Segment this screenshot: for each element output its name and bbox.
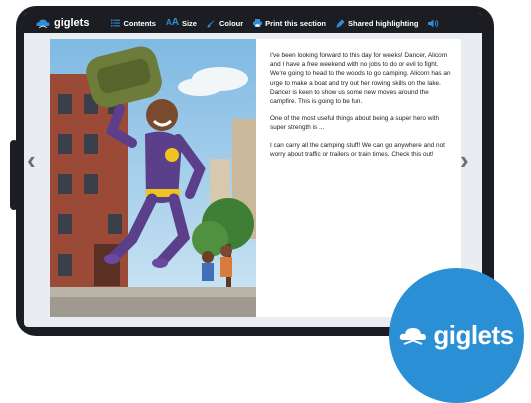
shared-highlighting-label: Shared highlighting (348, 18, 419, 28)
story-illustration (50, 39, 256, 317)
print-label: Print this section (265, 18, 326, 28)
brand-label: giglets (54, 17, 90, 29)
brush-icon (207, 19, 216, 27)
text-size-icon: AA (165, 17, 179, 28)
next-page-button[interactable]: › (460, 147, 469, 173)
colour-button[interactable]: Colour (207, 19, 243, 28)
list-icon (111, 19, 121, 27)
shared-highlighting-button[interactable]: Shared highlighting (336, 19, 418, 28)
story-paragraph: One of the most useful things about bein… (270, 115, 440, 132)
giglets-badge: giglets (389, 268, 524, 403)
previous-page-button[interactable]: ‹ (27, 147, 36, 173)
printer-icon (253, 19, 263, 27)
cloud-book-icon (400, 327, 427, 345)
size-label: Size (181, 18, 197, 28)
reader-toolbar: giglets Contents AA Size Colour Print th… (24, 13, 482, 33)
print-button[interactable]: Print this section (253, 19, 326, 28)
size-button[interactable]: AA Size (166, 18, 197, 28)
promo-stage: giglets Contents AA Size Colour Print th… (0, 0, 531, 403)
contents-button[interactable]: Contents (111, 19, 156, 28)
story-paragraph: I've been looking forward to this day fo… (270, 52, 451, 106)
story-paragraph: I can carry all the camping stuff! We ca… (270, 141, 445, 158)
audio-button[interactable] (428, 19, 440, 28)
chevron-left-icon: ‹ (27, 145, 36, 175)
highlighter-icon (336, 19, 345, 28)
tablet-side-button (10, 140, 18, 210)
toolbar-brand[interactable]: giglets (36, 17, 89, 29)
tablet-screen: giglets Contents AA Size Colour Print th… (24, 13, 482, 327)
badge-label: giglets (433, 320, 514, 350)
cloud-book-icon (36, 19, 50, 28)
speaker-icon (428, 19, 439, 27)
colour-label: Colour (218, 18, 244, 28)
chevron-right-icon: › (460, 145, 469, 175)
contents-label: Contents (123, 18, 156, 28)
